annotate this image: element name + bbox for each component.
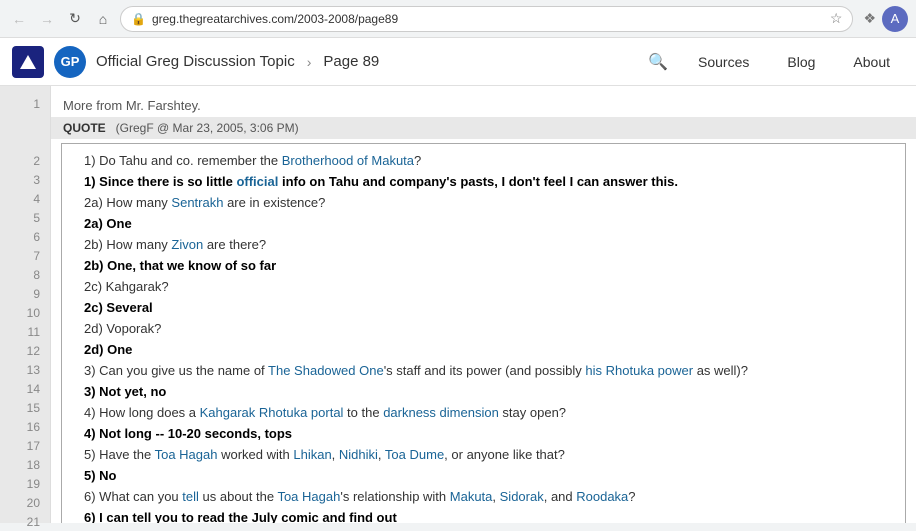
link-sentrakh[interactable]: Sentrakh <box>171 195 223 210</box>
app-header: GP Official Greg Discussion Topic › Page… <box>0 38 916 86</box>
link-lhikan[interactable]: Lhikan <box>293 447 331 462</box>
link-nidhiki[interactable]: Nidhiki <box>339 447 378 462</box>
lock-icon: 🔒 <box>131 12 146 26</box>
line-num-13: 13 <box>0 360 50 379</box>
line-num-18: 18 <box>0 455 50 474</box>
extensions-icon[interactable]: ❖ <box>863 10 876 27</box>
quote-block: 1) Do Tahu and co. remember the Brotherh… <box>61 143 906 523</box>
link-his: his <box>585 363 602 378</box>
link-zivon[interactable]: Zivon <box>171 237 203 252</box>
link-sidorak[interactable]: Sidorak <box>500 489 544 504</box>
line-num-16: 16 <box>0 417 50 436</box>
page-number: Page 89 <box>323 53 379 70</box>
nav-link-sources[interactable]: Sources <box>684 38 763 86</box>
line-4: 2a) How many Sentrakh are in existence? <box>72 192 895 213</box>
line-3: 1) Since there is so little official inf… <box>72 171 895 192</box>
line-15: 4) Not long -- 10-20 seconds, tops <box>72 423 895 444</box>
link-rhotuka[interactable]: Rhotuka power <box>606 363 693 378</box>
link-brotherhood[interactable]: Brotherhood of Makuta <box>282 153 414 168</box>
site-logo-gp: GP <box>54 46 86 78</box>
link-shadowed-one[interactable]: The Shadowed One <box>268 363 384 378</box>
line-12: 3) Can you give us the name of The Shado… <box>72 360 895 381</box>
link-tell: tell <box>182 489 199 504</box>
forward-button[interactable]: → <box>36 8 58 30</box>
quote-author: (GregF @ Mar 23, 2005, 3:06 PM) <box>116 121 299 135</box>
line-num-4: 4 <box>0 189 50 208</box>
browser-chrome: ← → ↻ ⌂ 🔒 ☆ ❖ A <box>0 0 916 38</box>
line-numbers: 1 2 3 4 5 6 7 8 9 10 11 12 13 14 15 16 1… <box>0 86 50 523</box>
address-bar: 🔒 ☆ <box>120 6 853 32</box>
line-num-8: 8 <box>0 265 50 284</box>
line-9: 2c) Several <box>72 297 895 318</box>
line-7: 2b) One, that we know of so far <box>72 255 895 276</box>
line-num-12: 12 <box>0 341 50 360</box>
nav-link-about[interactable]: About <box>839 38 904 86</box>
line-8: 2c) Kahgarak? <box>72 276 895 297</box>
triangle-icon <box>20 55 36 69</box>
line-5: 2a) One <box>72 213 895 234</box>
meta-row: More from Mr. Farshtey. <box>51 94 916 117</box>
line-17: 5) No <box>72 465 895 486</box>
link-roodaka[interactable]: Roodaka <box>576 489 628 504</box>
refresh-button[interactable]: ↻ <box>64 8 86 30</box>
link-toa-dume[interactable]: Toa Dume <box>385 447 444 462</box>
line-num-11: 11 <box>0 322 50 341</box>
line-num-6: 6 <box>0 227 50 246</box>
main-content: 1 2 3 4 5 6 7 8 9 10 11 12 13 14 15 16 1… <box>0 86 916 523</box>
line-11: 2d) One <box>72 339 895 360</box>
line-num-17: 17 <box>0 436 50 455</box>
line-num-20: 20 <box>0 493 50 512</box>
search-icon: 🔍 <box>648 52 668 72</box>
search-button[interactable]: 🔍 <box>642 46 674 78</box>
line-6: 2b) How many Zivon are there? <box>72 234 895 255</box>
line-num-7: 7 <box>0 246 50 265</box>
nav-link-blog[interactable]: Blog <box>773 38 829 86</box>
url-input[interactable] <box>152 12 824 26</box>
link-makuta[interactable]: Makuta <box>450 489 493 504</box>
line-2: 1) Do Tahu and co. remember the Brotherh… <box>72 150 895 171</box>
line-num-21: 21 <box>0 512 50 531</box>
line-num-9: 9 <box>0 284 50 303</box>
line-num-blank1 <box>0 113 50 132</box>
back-button[interactable]: ← <box>8 8 30 30</box>
link-official: official <box>236 174 278 189</box>
line-num-15: 15 <box>0 398 50 417</box>
line-num-14: 14 <box>0 379 50 398</box>
line-14: 4) How long does a Kahgarak Rhotuka port… <box>72 402 895 423</box>
line-19: 6) I can tell you to read the July comic… <box>72 507 895 523</box>
quote-header: QUOTE (GregF @ Mar 23, 2005, 3:06 PM) <box>51 117 916 139</box>
line-16: 5) Have the Toa Hagah worked with Lhikan… <box>72 444 895 465</box>
link-darkness[interactable]: darkness dimension <box>383 405 499 420</box>
line-num-blank2 <box>0 132 50 151</box>
line-13: 3) Not yet, no <box>72 381 895 402</box>
content-area: More from Mr. Farshtey. QUOTE (GregF @ M… <box>50 86 916 523</box>
line-num-5: 5 <box>0 208 50 227</box>
bookmark-icon[interactable]: ☆ <box>830 10 843 27</box>
quote-label: QUOTE <box>63 121 106 135</box>
link-toa-hagah2[interactable]: Toa Hagah <box>277 489 340 504</box>
link-toa-hagah[interactable]: Toa Hagah <box>155 447 218 462</box>
page-title: Official Greg Discussion Topic <box>96 53 295 70</box>
line-num-19: 19 <box>0 474 50 493</box>
line-num-3: 3 <box>0 170 50 189</box>
line-num-10: 10 <box>0 303 50 322</box>
breadcrumb-separator: › <box>307 54 312 70</box>
site-logo-triangle <box>12 46 44 78</box>
line-18: 6) What can you tell us about the Toa Ha… <box>72 486 895 507</box>
link-kahgarak[interactable]: Kahgarak Rhotuka portal <box>200 405 344 420</box>
line-10: 2d) Voporak? <box>72 318 895 339</box>
home-button[interactable]: ⌂ <box>92 8 114 30</box>
line-num-1: 1 <box>0 94 50 113</box>
profile-avatar[interactable]: A <box>882 6 908 32</box>
line-num-2: 2 <box>0 151 50 170</box>
